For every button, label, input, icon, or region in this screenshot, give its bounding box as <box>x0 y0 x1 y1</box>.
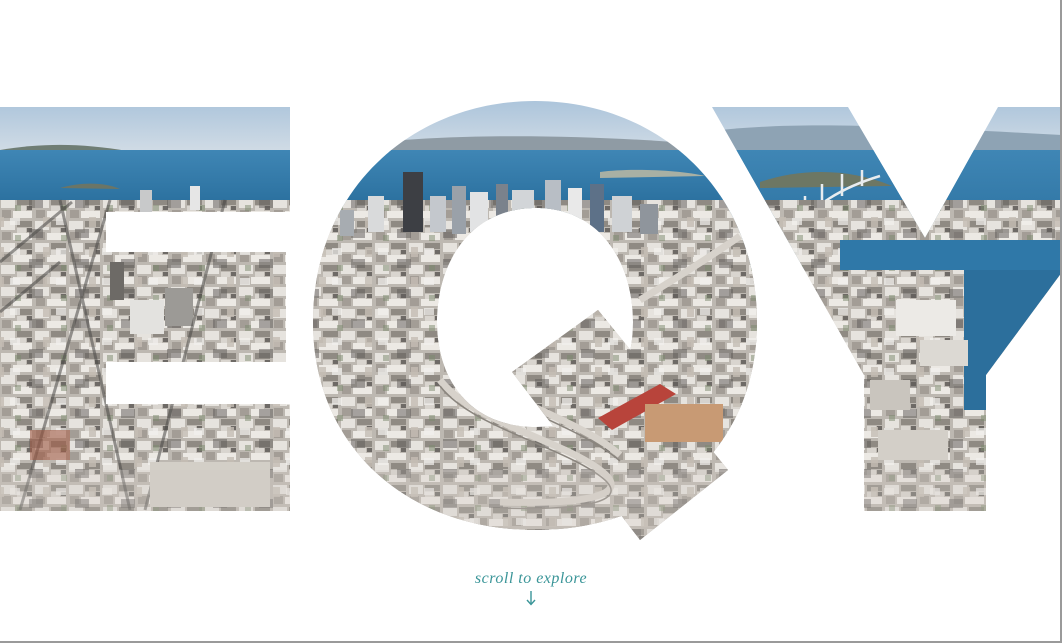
scroll-to-explore-label: scroll to explore <box>474 570 588 587</box>
hero-page: scroll to explore <box>0 0 1062 643</box>
scroll-to-explore-link[interactable]: scroll to explore <box>0 570 1062 606</box>
arrow-down-icon <box>526 591 536 606</box>
aerial-city-photo <box>0 101 1062 540</box>
hero-logo-eqy <box>0 101 1062 540</box>
